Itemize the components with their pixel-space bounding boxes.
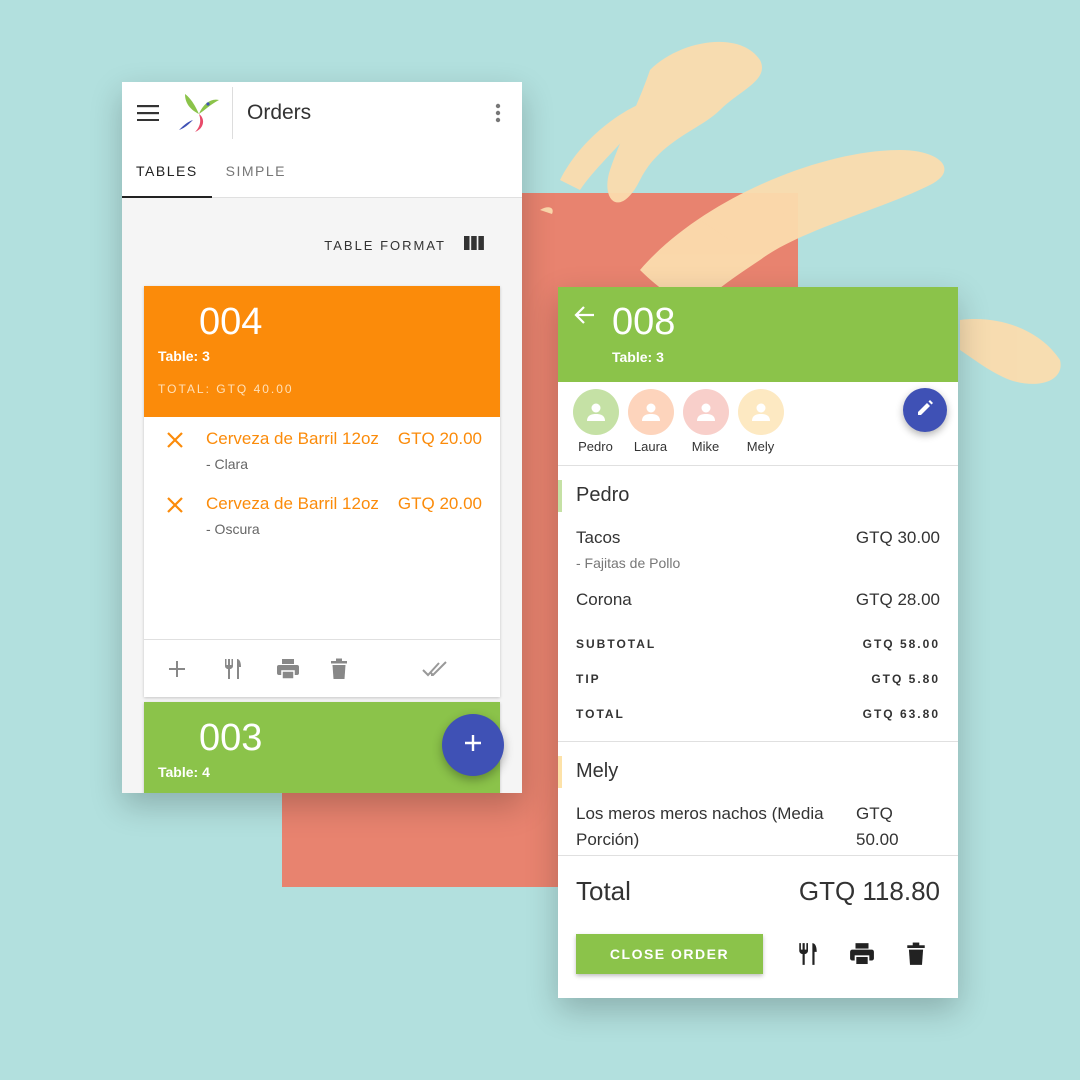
summary-label: TIP [576, 672, 601, 686]
item-price: GTQ 30.00 [855, 528, 940, 547]
print-icon[interactable] [848, 940, 876, 968]
order-table: Table: 3 [158, 348, 210, 364]
item-name: Tacos [576, 528, 621, 547]
order-card-header: 004 Table: 3 TOTAL: GTQ 40.00 [144, 286, 500, 417]
summary-label: TOTAL [576, 707, 625, 721]
view-column-icon [464, 236, 484, 255]
order-table: Table: 3 [612, 349, 664, 365]
add-icon [464, 734, 482, 757]
close-order-button[interactable]: CLOSE ORDER [576, 934, 763, 974]
tab-simple[interactable]: SIMPLE [212, 144, 300, 198]
orders-list: TABLE FORMAT 004 Table: 3 TOTAL: GTQ 40.… [122, 198, 522, 793]
total-value: GTQ 118.80 [798, 876, 940, 906]
order-footer: Total GTQ 118.80 CLOSE ORDER [558, 855, 958, 998]
edit-icon [916, 399, 934, 422]
section-person-name: Pedro [558, 466, 940, 512]
person-section-pedro: Pedro Tacos GTQ 30.00 - Fajitas de Pollo… [558, 466, 958, 721]
section-title: Mely [576, 760, 619, 782]
tip-row: TIP GTQ 5.80 [576, 672, 940, 686]
item-price: GTQ 50.00 [856, 804, 899, 849]
total-row: TOTAL GTQ 63.80 [576, 707, 940, 721]
section-person-name: Mely [558, 742, 940, 788]
person-icon [737, 389, 784, 435]
order-number: 003 [199, 717, 263, 759]
item-note: - Clara [206, 456, 249, 472]
person-laura[interactable]: Laura [623, 382, 678, 465]
list-item[interactable]: Tacos GTQ 30.00 [576, 525, 940, 551]
table-format-label: TABLE FORMAT [324, 238, 446, 253]
item-name: Cerveza de Barril 12oz [206, 429, 379, 448]
table-format-toggle[interactable]: TABLE FORMAT [324, 236, 484, 255]
section-color-bar [558, 756, 562, 788]
person-icon [682, 389, 729, 435]
list-item[interactable]: Los meros meros nachos (Media Porción) G… [576, 801, 940, 853]
done-all-icon[interactable] [422, 660, 476, 677]
order-number: 008 [612, 301, 676, 343]
restaurant-icon[interactable] [222, 658, 276, 680]
hummingbird-logo [174, 82, 222, 144]
item-price: GTQ 20.00 [397, 494, 482, 513]
add-icon[interactable] [168, 660, 222, 678]
list-item[interactable]: Corona GTQ 28.00 [576, 587, 940, 613]
person-name: Mely [746, 439, 775, 454]
print-icon[interactable] [276, 658, 330, 680]
edit-button[interactable] [903, 388, 947, 432]
item-name: Cerveza de Barril 12oz [206, 494, 379, 513]
arrow-back-icon[interactable] [574, 305, 596, 330]
app-bar-divider [232, 87, 233, 139]
app-bar: Orders [122, 82, 522, 144]
section-color-bar [558, 480, 562, 512]
order-total: TOTAL: GTQ 40.00 [158, 382, 294, 396]
delete-icon[interactable] [902, 940, 930, 968]
section-title: Pedro [576, 484, 630, 506]
order-detail-screen: 008 Table: 3 Pedro Laura Mike Mely Pedro… [558, 287, 958, 998]
people-row: Pedro Laura Mike Mely [558, 382, 958, 466]
person-icon [627, 389, 674, 435]
restaurant-icon[interactable] [794, 940, 822, 968]
item-note: - Fajitas de Pollo [576, 555, 681, 571]
footer-actions [794, 940, 930, 968]
page-title: Orders [247, 101, 312, 124]
person-name: Pedro [578, 439, 613, 454]
order-item: Cerveza de Barril 12oz GTQ 20.00 - Oscur… [144, 472, 500, 537]
total-label: Total [576, 876, 631, 906]
person-icon [572, 389, 619, 435]
close-icon[interactable] [166, 494, 206, 537]
item-price: GTQ 20.00 [397, 429, 482, 448]
person-mely[interactable]: Mely [733, 382, 788, 465]
item-price: GTQ 28.00 [855, 590, 940, 609]
item-name: Corona [576, 590, 632, 609]
order-card-004[interactable]: 004 Table: 3 TOTAL: GTQ 40.00 Cerveza de… [144, 286, 500, 697]
menu-icon[interactable] [122, 82, 174, 144]
subtotal-row: SUBTOTAL GTQ 58.00 [576, 637, 940, 651]
order-table: Table: 4 [158, 764, 210, 780]
add-order-button[interactable] [442, 714, 504, 776]
order-number: 004 [199, 301, 263, 343]
item-note: - Oscura [206, 521, 260, 537]
order-item: Cerveza de Barril 12oz GTQ 20.00 - Clara [144, 417, 500, 472]
summary-value: GTQ 58.00 [862, 637, 940, 651]
orders-screen: Orders TABLES SIMPLE TABLE FORMAT 004 Ta… [122, 82, 522, 793]
tab-tables[interactable]: TABLES [122, 144, 212, 199]
summary-value: GTQ 5.80 [871, 672, 940, 686]
person-name: Laura [633, 439, 668, 454]
person-section-mely: Mely Los meros meros nachos (Media Porci… [558, 742, 958, 853]
person-name: Mike [691, 439, 720, 454]
grand-total-row: Total GTQ 118.80 [558, 856, 958, 907]
item-name: Los meros meros nachos (Media Porción) [576, 804, 824, 849]
person-pedro[interactable]: Pedro [568, 382, 623, 465]
delete-icon[interactable] [330, 658, 384, 680]
more-vert-icon[interactable] [488, 101, 508, 125]
summary-label: SUBTOTAL [576, 637, 657, 651]
close-icon[interactable] [166, 429, 206, 472]
person-mike[interactable]: Mike [678, 382, 733, 465]
order-card-actions [144, 639, 500, 697]
tab-bar: TABLES SIMPLE [122, 144, 522, 199]
summary-value: GTQ 63.80 [862, 707, 940, 721]
order-detail-header: 008 Table: 3 [558, 287, 958, 382]
